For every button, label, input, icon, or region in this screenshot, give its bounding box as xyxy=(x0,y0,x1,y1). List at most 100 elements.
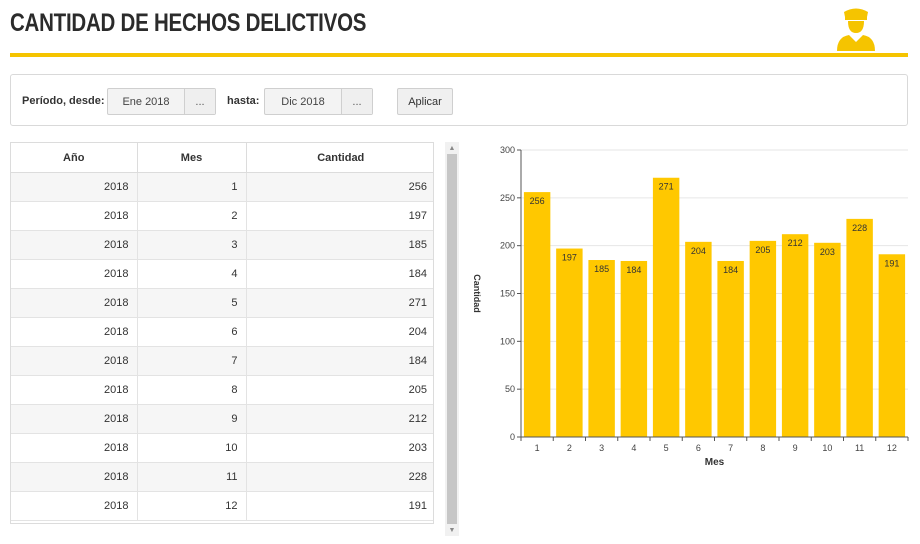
bar-data-label: 184 xyxy=(626,265,641,275)
table-row[interactable]: 2018 6 204 xyxy=(11,317,433,347)
cell-quantity: 271 xyxy=(246,288,433,318)
table-row[interactable]: 2018 2 197 xyxy=(11,201,433,231)
page-header: CANTIDAD DE HECHOS DELICTIVOS xyxy=(0,0,920,60)
period-from-picker-button[interactable]: ... xyxy=(185,89,215,114)
table-header-quantity[interactable]: Cantidad xyxy=(246,143,433,173)
x-tick-label: 1 xyxy=(535,443,540,453)
bar xyxy=(878,254,906,437)
bar-data-label: 203 xyxy=(820,247,835,257)
x-tick-label: 6 xyxy=(696,443,701,453)
bar-data-label: 256 xyxy=(530,196,545,206)
period-from-field[interactable]: Ene 2018 ... xyxy=(107,88,216,115)
x-tick-label: 10 xyxy=(822,443,832,453)
table-row[interactable]: 2018 3 185 xyxy=(11,230,433,260)
table-row[interactable]: 2018 8 205 xyxy=(11,375,433,405)
table-body: 2018 1 256 2018 2 197 2018 3 185 2018 4 184 2018 5 271… xyxy=(11,172,433,521)
table-row[interactable]: 2018 7 184 xyxy=(11,346,433,376)
x-tick-label: 5 xyxy=(664,443,669,453)
x-tick-label: 3 xyxy=(599,443,604,453)
bar xyxy=(814,242,841,437)
y-tick-label: 250 xyxy=(500,193,515,203)
scrollbar-thumb[interactable] xyxy=(447,154,457,524)
bar xyxy=(620,260,648,437)
cell-quantity: 205 xyxy=(246,375,433,405)
y-tick-label: 150 xyxy=(500,289,515,299)
cell-month: 5 xyxy=(137,288,247,318)
period-to-label: hasta: xyxy=(227,95,260,107)
x-tick-label: 7 xyxy=(728,443,733,453)
bar-data-label: 271 xyxy=(659,182,674,192)
cell-quantity: 256 xyxy=(246,172,433,202)
bar xyxy=(749,240,777,437)
table-header-row: Año Mes Cantidad xyxy=(11,143,433,173)
period-from-label: Período, desde: xyxy=(22,95,105,107)
cell-month: 8 xyxy=(137,375,247,405)
cell-quantity: 185 xyxy=(246,230,433,260)
cell-month: 9 xyxy=(137,404,247,434)
cell-month: 10 xyxy=(137,433,247,463)
data-table: Año Mes Cantidad 2018 1 256 2018 2 197 2018 3 185 2… xyxy=(10,142,434,524)
table-row[interactable]: 2018 9 212 xyxy=(11,404,433,434)
y-tick-label: 300 xyxy=(500,145,515,155)
police-officer-icon xyxy=(837,8,875,51)
x-tick-label: 2 xyxy=(567,443,572,453)
cell-year: 2018 xyxy=(11,317,138,347)
bar-data-label: 185 xyxy=(594,264,609,274)
cell-year: 2018 xyxy=(11,230,138,260)
period-to-value[interactable]: Dic 2018 xyxy=(265,89,342,114)
y-tick-label: 50 xyxy=(505,384,515,394)
bar-data-label: 212 xyxy=(788,238,803,248)
table-row[interactable]: 2018 1 256 xyxy=(11,172,433,202)
cell-month: 6 xyxy=(137,317,247,347)
filter-bar: Período, desde: Ene 2018 ... hasta: Dic … xyxy=(10,74,908,126)
period-to-field[interactable]: Dic 2018 ... xyxy=(264,88,373,115)
x-tick-label: 11 xyxy=(855,443,864,453)
cell-month: 2 xyxy=(137,201,247,231)
y-tick-label: 100 xyxy=(500,336,515,346)
y-tick-label: 0 xyxy=(510,432,515,442)
cell-year: 2018 xyxy=(11,462,138,492)
period-to-picker-button[interactable]: ... xyxy=(342,89,372,114)
cell-year: 2018 xyxy=(11,375,138,405)
bar xyxy=(781,234,809,437)
cell-month: 12 xyxy=(137,491,247,521)
cell-quantity: 191 xyxy=(246,491,433,521)
table-row[interactable]: 2018 11 228 xyxy=(11,462,433,492)
period-from-value[interactable]: Ene 2018 xyxy=(108,89,185,114)
bar-data-label: 197 xyxy=(562,253,577,263)
bar-data-label: 204 xyxy=(691,246,706,256)
bar xyxy=(556,248,583,437)
cell-month: 7 xyxy=(137,346,247,376)
table-row[interactable]: 2018 10 203 xyxy=(11,433,433,463)
scroll-up-icon[interactable]: ▲ xyxy=(445,142,459,154)
bar-data-label: 191 xyxy=(884,258,899,268)
bar-data-label: 184 xyxy=(723,265,738,275)
table-scrollbar[interactable]: ▲ ▼ xyxy=(445,142,459,536)
x-tick-label: 4 xyxy=(631,443,636,453)
cell-year: 2018 xyxy=(11,491,138,521)
table-header-year[interactable]: Año xyxy=(11,143,138,173)
bar xyxy=(846,218,873,437)
x-tick-label: 9 xyxy=(793,443,798,453)
cell-month: 4 xyxy=(137,259,247,289)
table-row[interactable]: 2018 5 271 xyxy=(11,288,433,318)
cell-quantity: 203 xyxy=(246,433,433,463)
cell-month: 11 xyxy=(137,462,247,492)
bar xyxy=(685,241,712,437)
cell-month: 1 xyxy=(137,172,247,202)
cell-year: 2018 xyxy=(11,201,138,231)
bar-chart: 0501001502002503002561197218531844271520… xyxy=(472,145,909,468)
apply-button[interactable]: Aplicar xyxy=(397,88,453,115)
cell-month: 3 xyxy=(137,230,247,260)
cell-year: 2018 xyxy=(11,433,138,463)
y-axis-title: Cantidad xyxy=(472,274,482,313)
header-divider xyxy=(10,53,908,57)
table-row[interactable]: 2018 4 184 xyxy=(11,259,433,289)
table-header-month[interactable]: Mes xyxy=(137,143,247,173)
cell-year: 2018 xyxy=(11,288,138,318)
scroll-down-icon[interactable]: ▼ xyxy=(445,524,459,536)
cell-quantity: 204 xyxy=(246,317,433,347)
bar xyxy=(523,192,551,437)
cell-year: 2018 xyxy=(11,404,138,434)
table-row[interactable]: 2018 12 191 xyxy=(11,491,433,521)
